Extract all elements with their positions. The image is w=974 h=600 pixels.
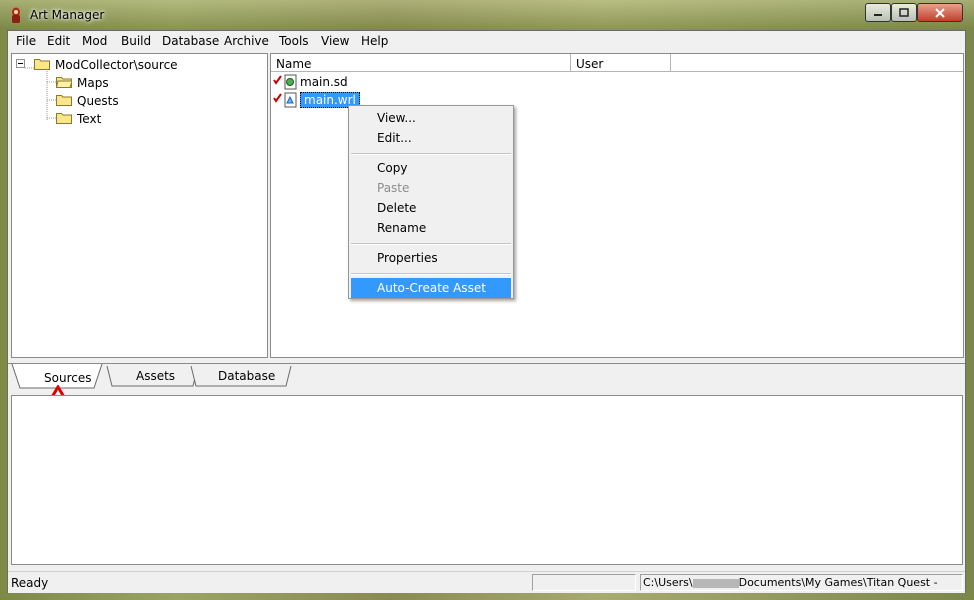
- tab-database[interactable]: Database: [218, 369, 275, 383]
- column-header-user[interactable]: User: [571, 54, 671, 72]
- minimize-icon: [874, 13, 882, 16]
- ctx-copy[interactable]: Copy: [351, 158, 511, 178]
- minimize-button[interactable]: [865, 3, 891, 22]
- menu-archive[interactable]: Archive: [224, 34, 269, 48]
- output-pane[interactable]: [11, 395, 963, 565]
- menu-tools[interactable]: Tools: [279, 34, 309, 48]
- maximize-button[interactable]: [891, 3, 917, 22]
- tree-item-maps[interactable]: Maps: [77, 76, 109, 90]
- tree-item-quests[interactable]: Quests: [77, 94, 119, 108]
- ctx-rename[interactable]: Rename: [351, 218, 511, 238]
- menu-bar: File Edit Mod Build Database Archive Too…: [8, 31, 965, 51]
- menu-view[interactable]: View: [321, 34, 349, 48]
- menu-separator: [351, 273, 511, 275]
- menu-edit[interactable]: Edit: [47, 34, 70, 48]
- folder-icon: [56, 113, 72, 124]
- window-client: File Edit Mod Build Database Archive Too…: [7, 30, 966, 593]
- redacted-username: [692, 578, 739, 588]
- ctx-auto-create-asset[interactable]: Auto-Create Asset: [351, 278, 511, 298]
- column-header-name[interactable]: Name: [271, 54, 571, 72]
- ctx-edit[interactable]: Edit...: [351, 128, 511, 148]
- status-text: Ready: [11, 576, 49, 590]
- close-button[interactable]: [917, 3, 963, 22]
- file-name: main.sd: [300, 75, 348, 89]
- folder-icon: [56, 95, 72, 106]
- tab-strip: Sources Assets Database: [8, 363, 965, 392]
- window-title: Art Manager: [30, 8, 105, 22]
- status-path-panel: C:\Users\ Documents\My Games\Titan Quest …: [640, 574, 963, 591]
- status-path-end: Documents\My Games\Titan Quest -: [738, 576, 938, 589]
- menu-help[interactable]: Help: [361, 34, 388, 48]
- menu-separator: [351, 243, 511, 245]
- status-panel: [532, 574, 636, 591]
- collapse-toggle[interactable]: [16, 59, 25, 68]
- context-menu[interactable]: View... Edit... Copy Paste Delete Rename…: [348, 105, 514, 299]
- ctx-view[interactable]: View...: [351, 108, 511, 128]
- ctx-paste: Paste: [377, 181, 410, 195]
- maximize-icon: [899, 8, 909, 17]
- list-row[interactable]: main.sd: [273, 74, 473, 91]
- close-icon: [935, 7, 945, 18]
- menu-file[interactable]: File: [16, 34, 36, 48]
- menu-mod[interactable]: Mod: [82, 34, 107, 48]
- tree-item-text[interactable]: Text: [77, 112, 101, 126]
- tab-assets[interactable]: Assets: [136, 369, 175, 383]
- title-bar[interactable]: Art Manager: [0, 0, 974, 30]
- folder-icon: [34, 59, 50, 70]
- column-user-label: User: [576, 57, 604, 71]
- file-sd-icon: [273, 74, 297, 90]
- ctx-properties[interactable]: Properties: [351, 248, 511, 268]
- ctx-delete[interactable]: Delete: [351, 198, 511, 218]
- column-name-label: Name: [276, 57, 312, 71]
- menu-database[interactable]: Database: [162, 34, 219, 48]
- folder-open-icon: [56, 77, 72, 88]
- file-wrl-icon: [273, 92, 297, 108]
- tab-sources[interactable]: Sources: [44, 371, 91, 385]
- menu-build[interactable]: Build: [121, 34, 151, 48]
- status-path-start: C:\Users\: [643, 576, 693, 589]
- status-bar: Ready C:\Users\ Documents\My Games\Titan …: [8, 571, 965, 593]
- app-icon: [12, 7, 20, 23]
- column-header-empty: [671, 54, 963, 72]
- folder-tree[interactable]: ModCollector\source Maps Quests Text: [11, 53, 268, 358]
- menu-separator: [351, 153, 511, 155]
- tree-root-label[interactable]: ModCollector\source: [55, 58, 178, 72]
